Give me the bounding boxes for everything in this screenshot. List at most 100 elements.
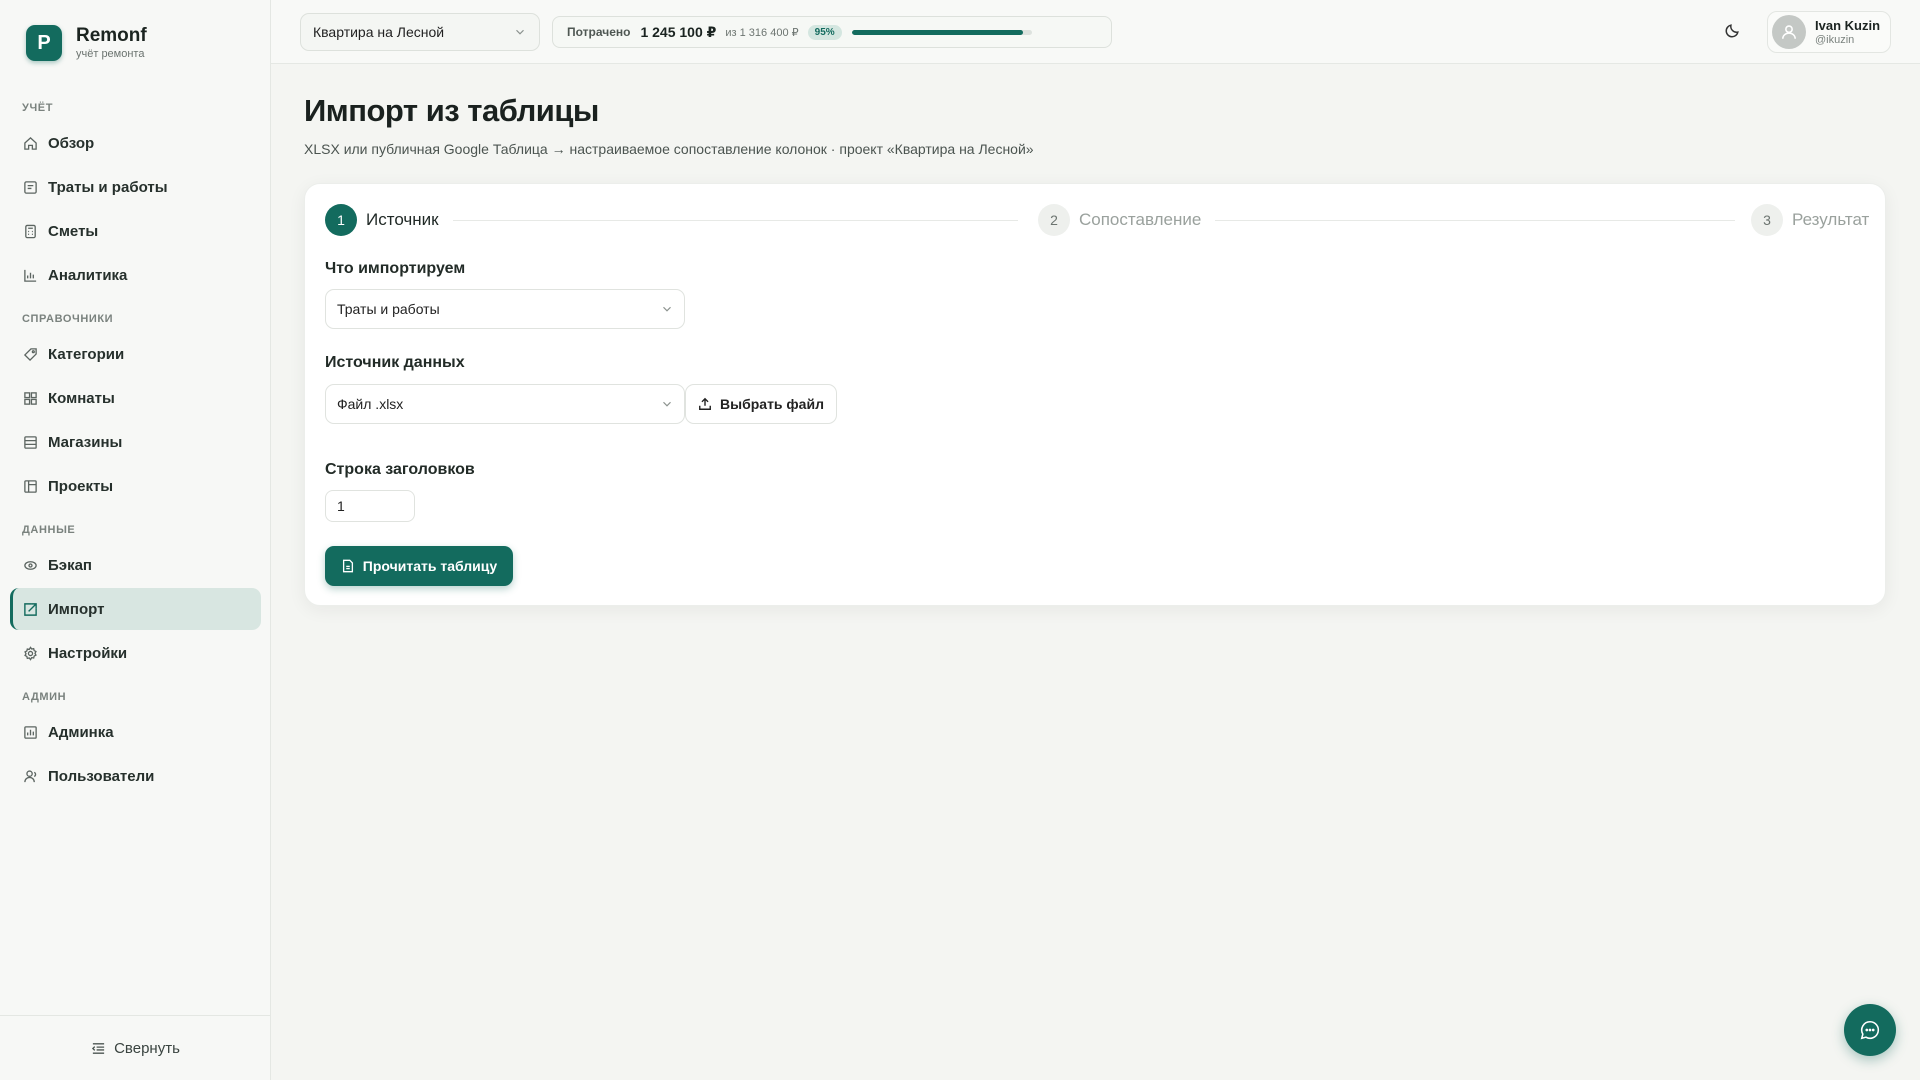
sidebar-item-expenses[interactable]: Траты и работы <box>10 166 261 208</box>
sidebar-item-admin[interactable]: Админка <box>10 711 261 753</box>
sidebar-item-label: Бэкап <box>48 556 92 574</box>
sidebar-item-categories[interactable]: Категории <box>10 333 261 375</box>
sidebar-item-label: Категории <box>48 345 125 363</box>
import-type-select[interactable]: Траты и работы <box>325 289 685 329</box>
import-wizard-card: 1 Источник 2 Сопоставление 3 Результат Ч… <box>304 183 1886 606</box>
users-icon <box>22 768 38 784</box>
wizard-step-source[interactable]: 1 Источник <box>325 204 439 236</box>
brand-logo: P <box>26 25 62 61</box>
user-handle: @ikuzin <box>1815 33 1855 46</box>
chevron-down-icon <box>660 397 674 414</box>
sidebar-item-label: Сметы <box>48 222 99 240</box>
gear-icon <box>22 645 38 661</box>
chevron-down-icon <box>660 302 674 319</box>
sidebar-item-label: Проекты <box>48 477 114 495</box>
budget-summary: Потрачено 1 245 100 ₽ из 1 316 400 ₽ 95% <box>552 16 1112 48</box>
project-select-value: Квартира на Лесной <box>313 24 445 40</box>
sidebar-item-label: Админка <box>48 723 114 741</box>
wizard-step-result[interactable]: 3 Результат <box>1751 204 1869 236</box>
budget-percent-badge: 95% <box>807 24 842 40</box>
moon-icon <box>1724 22 1741 39</box>
sidebar-item-users[interactable]: Пользователи <box>10 755 261 797</box>
header-row-input[interactable] <box>325 490 415 522</box>
sidebar-item-rooms[interactable]: Комнаты <box>10 377 261 419</box>
chat-icon <box>1859 1019 1881 1041</box>
header-row-label: Строка заголовков <box>325 461 475 478</box>
nav-section-title: УЧЁТ <box>22 102 54 114</box>
user-menu[interactable]: Ivan Kuzin @ikuzin <box>1767 11 1891 53</box>
upload-icon <box>698 397 712 411</box>
grid-icon <box>22 390 38 406</box>
user-icon <box>1780 23 1798 41</box>
step-connector <box>1215 220 1735 221</box>
read-table-button[interactable]: Прочитать таблицу <box>325 546 513 586</box>
budget-progress-fill <box>851 29 1023 35</box>
store-icon <box>22 434 38 450</box>
bar-chart-icon <box>22 267 38 283</box>
sidebar-item-analytics[interactable]: Аналитика <box>10 254 261 296</box>
source-label: Источник данных <box>325 354 465 371</box>
calculator-icon <box>22 223 38 239</box>
avatar <box>1772 15 1806 49</box>
budget-spent: 1 245 100 ₽ <box>640 23 717 40</box>
sidebar-item-label: Пользователи <box>48 767 155 785</box>
chat-button[interactable] <box>1844 1004 1896 1056</box>
nav-section-title: СПРАВОЧНИКИ <box>22 313 114 325</box>
nav-section-title: АДМИН <box>22 691 67 703</box>
budget-total: из 1 316 400 ₽ <box>725 26 799 39</box>
sidebar-item-label: Импорт <box>48 600 105 618</box>
step-label: Результат <box>1792 210 1870 229</box>
topbar: Квартира на Лесной Потрачено 1 245 100 ₽… <box>271 0 1920 64</box>
step-label: Сопоставление <box>1079 210 1202 229</box>
page-subtitle: XLSX или публичная Google Таблица → наст… <box>304 141 1034 157</box>
project-select[interactable]: Квартира на Лесной <box>300 13 540 51</box>
tag-icon <box>22 346 38 362</box>
choose-file-button[interactable]: Выбрать файл <box>685 384 837 424</box>
backup-icon <box>22 557 38 573</box>
import-type-value: Траты и работы <box>337 301 440 317</box>
sidebar-item-label: Магазины <box>48 433 123 451</box>
collapse-sidebar-button[interactable]: Свернуть <box>0 1015 271 1080</box>
sidebar-item-label: Настройки <box>48 644 128 662</box>
sidebar: P Remonf учёт ремонта УЧЁТ Обзор Траты и… <box>0 0 271 1080</box>
sidebar-item-estimates[interactable]: Сметы <box>10 210 261 252</box>
sidebar-item-backup[interactable]: Бэкап <box>10 544 261 586</box>
sidebar-item-label: Аналитика <box>48 266 128 284</box>
wizard-step-mapping[interactable]: 2 Сопоставление <box>1038 204 1201 236</box>
home-icon <box>22 135 38 151</box>
step-number: 2 <box>1038 204 1070 236</box>
receipt-icon <box>22 179 38 195</box>
import-icon <box>22 601 38 617</box>
read-table-label: Прочитать таблицу <box>362 558 498 574</box>
import-type-label: Что импортируем <box>325 260 466 277</box>
sidebar-item-import[interactable]: Импорт <box>10 588 261 630</box>
user-name: Ivan Kuzin <box>1815 17 1881 33</box>
brand[interactable]: P Remonf учёт ремонта <box>26 25 147 61</box>
budget-progress-bar <box>851 29 1032 35</box>
nav-section-title: ДАННЫЕ <box>22 524 76 536</box>
theme-toggle-button[interactable] <box>1724 22 1741 39</box>
budget-label: Потрачено <box>567 25 631 39</box>
step-number: 1 <box>325 204 357 236</box>
step-connector <box>453 220 1018 221</box>
admin-icon <box>22 724 38 740</box>
chevron-down-icon <box>513 25 527 42</box>
sidebar-item-projects[interactable]: Проекты <box>10 465 261 507</box>
sidebar-item-stores[interactable]: Магазины <box>10 421 261 463</box>
source-value: Файл .xlsx <box>337 396 404 412</box>
sidebar-item-overview[interactable]: Обзор <box>10 122 261 164</box>
sidebar-item-label: Комнаты <box>48 389 115 407</box>
collapse-icon <box>91 1041 106 1056</box>
brand-subtitle: учёт ремонта <box>76 48 145 60</box>
sidebar-item-label: Траты и работы <box>48 178 168 196</box>
choose-file-label: Выбрать файл <box>720 396 824 412</box>
kanban-icon <box>22 478 38 494</box>
step-number: 3 <box>1751 204 1783 236</box>
collapse-label: Свернуть <box>114 1039 180 1057</box>
sidebar-item-settings[interactable]: Настройки <box>10 632 261 674</box>
file-icon <box>341 559 355 573</box>
step-label: Источник <box>366 210 439 229</box>
page-title: Импорт из таблицы <box>304 93 599 128</box>
source-select[interactable]: Файл .xlsx <box>325 384 685 424</box>
sidebar-item-label: Обзор <box>48 134 95 152</box>
